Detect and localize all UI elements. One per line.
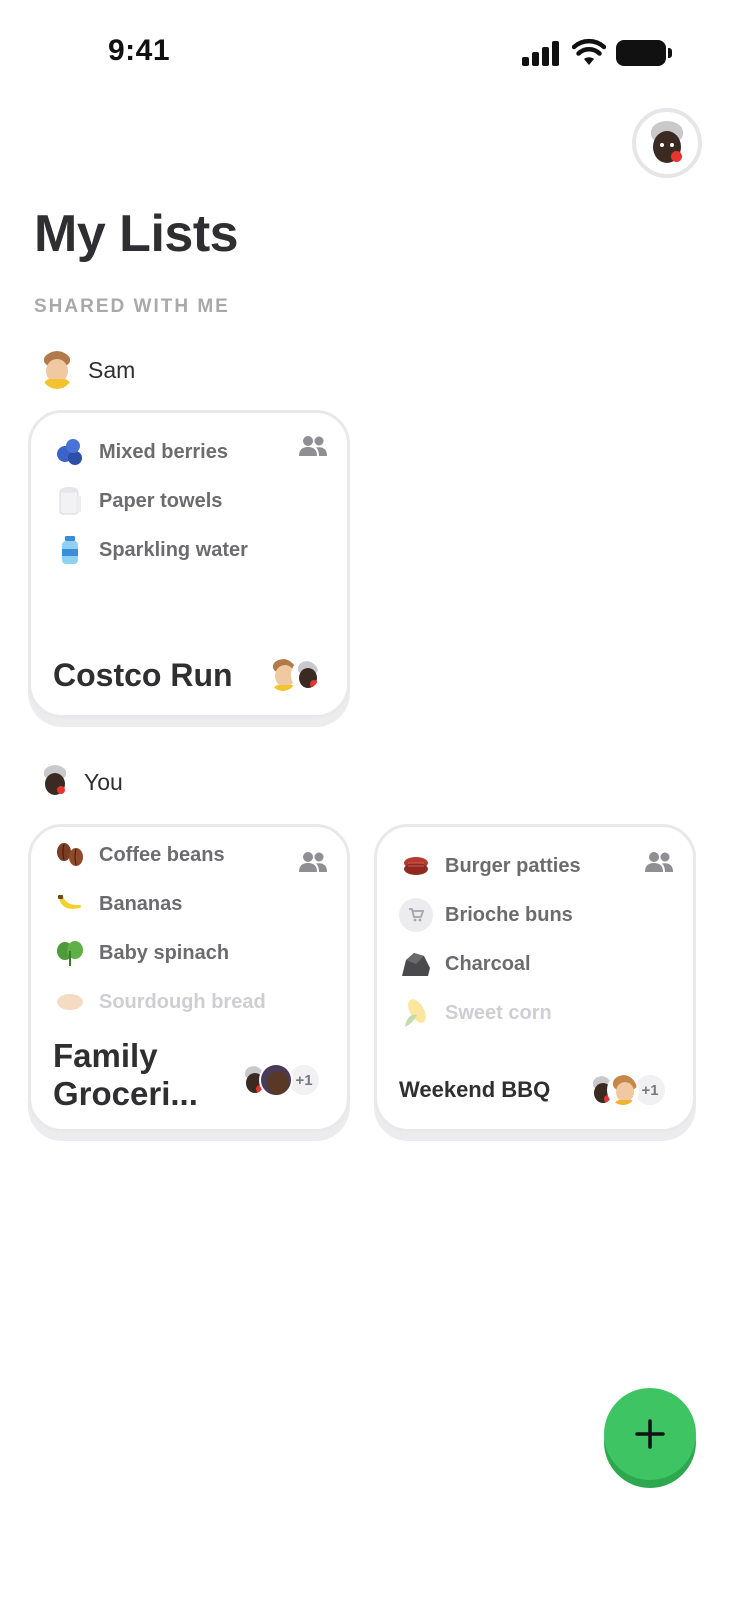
- status-bar: 9:41: [0, 0, 736, 100]
- item-label: Coffee beans: [99, 843, 225, 866]
- wifi-icon: [572, 38, 606, 65]
- battery-icon: [616, 40, 672, 66]
- page-title: My Lists: [34, 205, 239, 263]
- list-title: Weekend BBQ: [399, 1077, 551, 1102]
- list-item: Paper towels: [53, 484, 222, 518]
- avatar: [643, 119, 691, 167]
- status-time: 9:41: [108, 34, 171, 67]
- avatar: [607, 1073, 639, 1107]
- list-item: Sourdough bread: [53, 985, 266, 1019]
- owner-name: You: [84, 768, 123, 795]
- list-item: Brioche buns: [399, 898, 573, 932]
- avatar: [291, 659, 321, 691]
- item-label: Bananas: [99, 892, 183, 915]
- avatar: [40, 765, 70, 799]
- list-card-costco-run[interactable]: Mixed berries Paper towels Sparkling wat…: [28, 410, 350, 718]
- avatar: [40, 351, 74, 389]
- item-label: Sourdough bread: [99, 990, 266, 1013]
- shopping-cart-icon: [399, 898, 433, 932]
- burger-patty-icon: [399, 849, 433, 883]
- item-label: Brioche buns: [445, 903, 573, 926]
- corn-icon: [399, 996, 433, 1030]
- owner-row-sam: Sam: [40, 350, 135, 390]
- item-label: Sweet corn: [445, 1001, 552, 1024]
- item-label: Burger patties: [445, 854, 581, 877]
- member-avatars: +1: [239, 1063, 321, 1097]
- spinach-icon: [53, 936, 87, 970]
- water-bottle-icon: [53, 533, 87, 567]
- list-title: Costco Run: [53, 657, 233, 693]
- list-item: Sweet corn: [399, 996, 552, 1030]
- bread-icon: [53, 985, 87, 1019]
- cellular-signal-icon: [522, 40, 560, 66]
- member-avatars: +1: [587, 1073, 667, 1107]
- banana-icon: [53, 887, 87, 921]
- avatar: [259, 1063, 293, 1097]
- item-label: Sparkling water: [99, 538, 248, 561]
- list-item: Sparkling water: [53, 533, 248, 567]
- add-list-button[interactable]: [604, 1388, 696, 1480]
- shared-people-icon: [299, 436, 327, 456]
- list-title: Family Groceri...: [53, 1037, 198, 1112]
- paper-towel-icon: [53, 484, 87, 518]
- list-item: Mixed berries: [53, 435, 228, 469]
- owner-name: Sam: [88, 356, 136, 383]
- section-label-shared: SHARED WITH ME: [34, 296, 230, 317]
- item-label: Mixed berries: [99, 440, 228, 463]
- item-label: Baby spinach: [99, 941, 230, 964]
- profile-avatar-button[interactable]: [632, 108, 702, 178]
- shared-people-icon: [645, 852, 673, 872]
- item-label: Paper towels: [99, 489, 223, 512]
- member-avatars: [267, 657, 321, 693]
- charcoal-icon: [399, 947, 433, 981]
- list-item: Baby spinach: [53, 936, 229, 970]
- list-item: Burger patties: [399, 849, 581, 883]
- item-label: Charcoal: [445, 952, 531, 975]
- list-item: Coffee beans: [53, 838, 225, 872]
- list-card-weekend-bbq[interactable]: Burger patties Brioche buns Charcoal Swe…: [374, 824, 696, 1132]
- list-card-family-groceries[interactable]: Coffee beans Bananas Baby spinach Sourdo…: [28, 824, 350, 1132]
- blueberries-icon: [53, 435, 87, 469]
- coffee-beans-icon: [53, 838, 87, 872]
- owner-row-you: You: [40, 762, 123, 802]
- list-item: Bananas: [53, 887, 182, 921]
- list-item: Charcoal: [399, 947, 531, 981]
- shared-people-icon: [299, 852, 327, 872]
- plus-icon: [635, 1419, 665, 1449]
